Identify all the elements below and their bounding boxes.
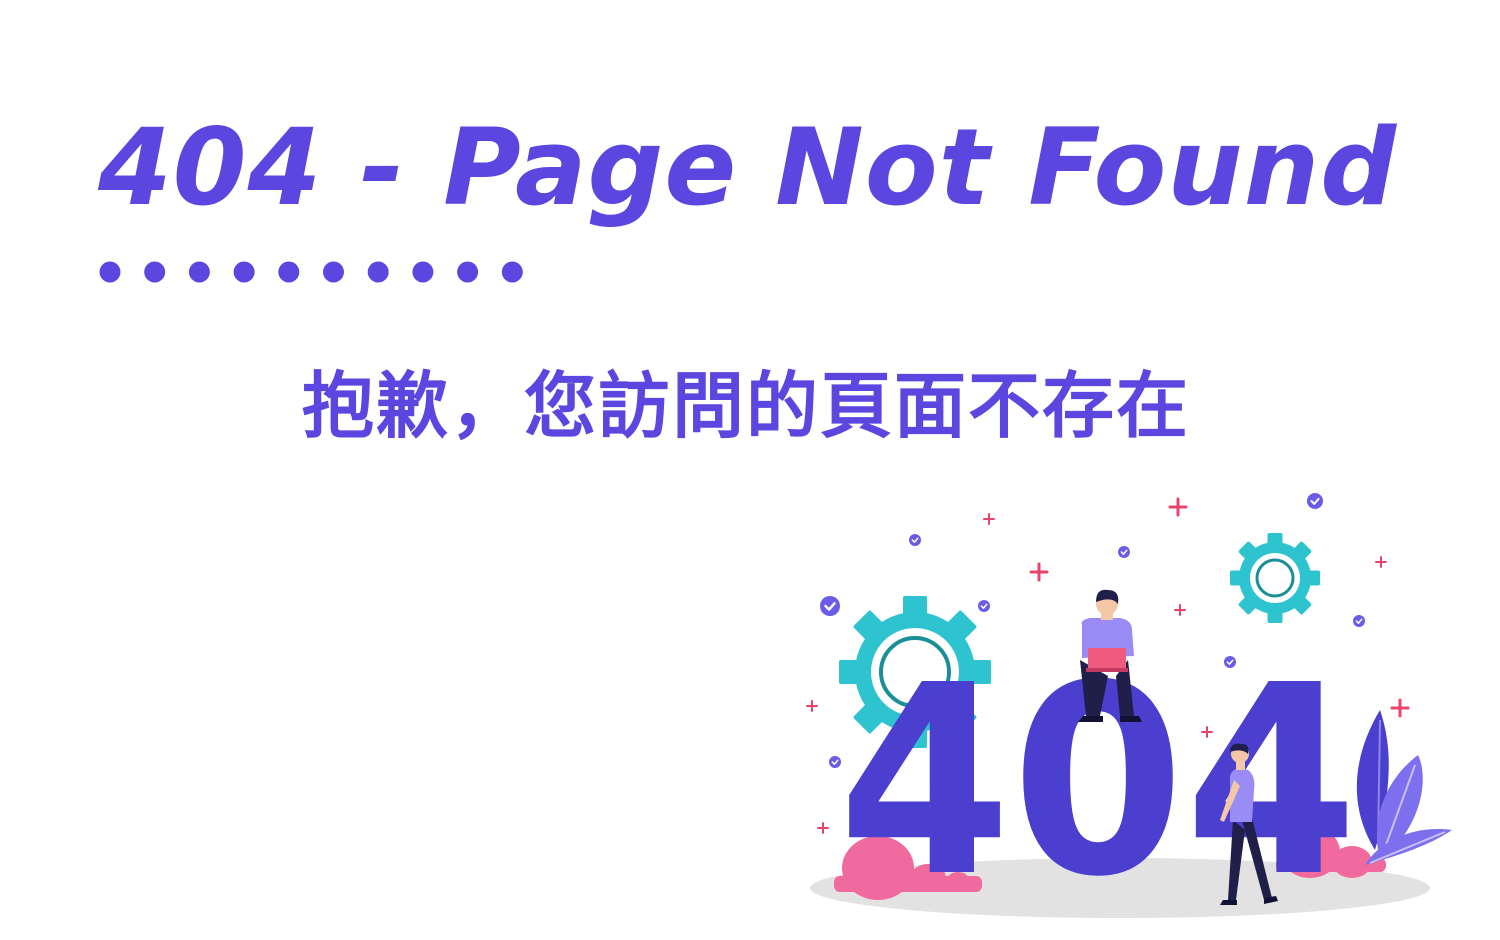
divider-dot [144,261,166,283]
check-circle-icon [978,600,990,612]
check-circle-icon [820,596,840,616]
check-circle-icon [909,534,921,546]
plus-icon [1168,497,1188,517]
check-circle-icon [1118,546,1130,558]
check-circle-icon [829,756,841,768]
page-title: 404 - Page Not Found [98,106,1398,229]
divider-dot [99,261,121,283]
check-circle-icon [1353,615,1365,627]
gear-icon [1230,533,1320,623]
divider-dot [278,261,300,283]
plus-icon [1375,556,1387,568]
divider-dot [188,261,210,283]
divider-dot [501,261,523,283]
divider-dot [323,261,344,283]
check-circle-icon [1224,656,1236,668]
plus-icon [817,822,829,834]
plus-icon [983,513,995,525]
divider-dot [457,261,479,283]
divider-dot [233,261,255,283]
plus-icon [1174,604,1186,616]
dotted-divider [99,261,523,283]
plus-icon [1029,562,1049,582]
404-illustration: 404 [806,493,1452,930]
plus-icon [806,700,818,712]
divider-dot [367,261,389,283]
leaf-plant-icon [1356,710,1452,865]
divider-dot [412,261,434,283]
plus-icon [1390,698,1410,718]
not-found-page: 404 - Page Not Found 抱歉，您訪問的頁面不存在 404 [0,0,1500,940]
check-circle-icon [1307,493,1323,509]
error-message: 抱歉，您訪問的頁面不存在 [302,364,1191,448]
